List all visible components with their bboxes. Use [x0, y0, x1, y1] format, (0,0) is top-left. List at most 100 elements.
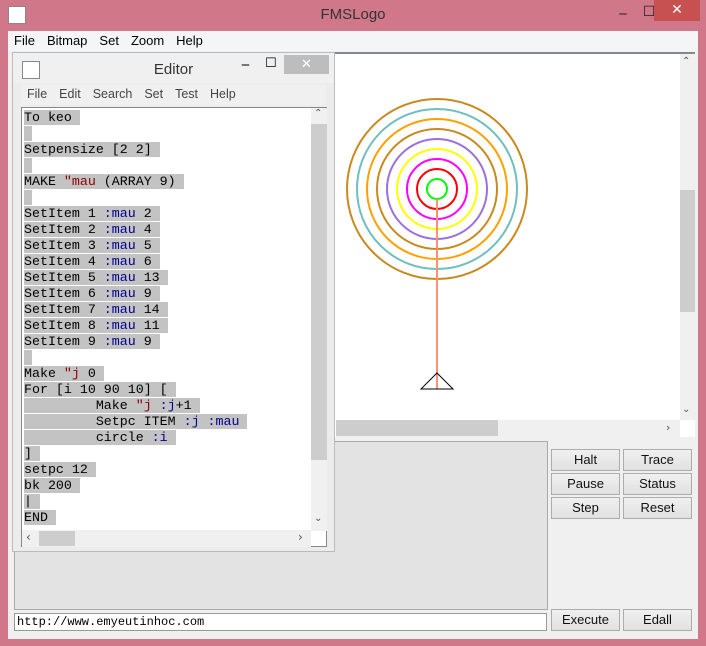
editor-maximize-button[interactable]: ☐: [265, 56, 277, 71]
code-line-text: Make "j :j+1: [24, 398, 200, 413]
code-line: SetItem 1 :mau 2: [24, 206, 247, 222]
editor-close-button[interactable]: ✕: [284, 55, 329, 74]
editor-menu-edit[interactable]: Edit: [53, 85, 87, 103]
code-token: SetItem 6: [24, 286, 104, 301]
code-token: SetItem 7: [24, 302, 104, 317]
code-token: SetItem 5: [24, 270, 104, 285]
horizontal-scroll-thumb[interactable]: [336, 420, 498, 436]
code-token: 9: [135, 334, 152, 349]
command-input[interactable]: http://www.emyeutinhoc.com: [14, 613, 547, 631]
code-token: "mau: [63, 174, 96, 189]
code-line-text: MAKE "mau (ARRAY 9): [24, 174, 184, 189]
code-token: Setpensize [2 2]: [24, 142, 152, 157]
code-line-text: SetItem 1 :mau 2: [24, 206, 160, 221]
editor-window: Editor ‒ ☐ ✕ File Edit Search Set Test Help T…: [12, 52, 335, 552]
code-line: SetItem 4 :mau 6: [24, 254, 247, 270]
code-token: SetItem 1: [24, 206, 104, 221]
editor-vertical-scrollbar[interactable]: ⌃ ⌄: [311, 108, 327, 531]
code-token: :mau: [103, 222, 136, 237]
editor-minimize-button[interactable]: ‒: [241, 57, 250, 73]
code-token: 13: [135, 270, 160, 285]
code-token: circle: [24, 430, 152, 445]
edall-button[interactable]: Edall: [623, 609, 692, 631]
code-token: :mau: [103, 302, 136, 317]
close-button[interactable]: ✕: [654, 0, 700, 21]
code-token: 14: [135, 302, 160, 317]
code-line-text: Setpensize [2 2]: [24, 142, 160, 157]
scroll-up-icon[interactable]: ⌃: [314, 108, 322, 119]
scroll-down-icon[interactable]: ⌄: [314, 513, 322, 524]
editor-menu-search[interactable]: Search: [87, 85, 139, 103]
code-line-text: SetItem 3 :mau 5: [24, 238, 160, 253]
code-token: "j: [63, 366, 80, 381]
menu-file[interactable]: File: [8, 31, 41, 48]
code-line-text: bk 200: [24, 478, 80, 493]
canvas-vertical-scrollbar[interactable]: ⌃ ⌄: [680, 54, 695, 420]
editor-menu-help[interactable]: Help: [204, 85, 242, 103]
code-line: ]: [24, 446, 247, 462]
scroll-right-icon[interactable]: ›: [666, 421, 670, 434]
editor-horizontal-scrollbar[interactable]: ‹ ›: [22, 530, 311, 547]
code-line-text: SetItem 9 :mau 9: [24, 334, 160, 349]
editor-menu-bar: File Edit Search Set Test Help: [21, 85, 326, 105]
code-token: SetItem 9: [24, 334, 104, 349]
code-token: :mau: [103, 334, 136, 349]
reset-button[interactable]: Reset: [623, 497, 692, 519]
code-token: 11: [135, 318, 160, 333]
code-line: SetItem 7 :mau 14: [24, 302, 247, 318]
code-token: Make: [24, 366, 64, 381]
code-token: SetItem 2: [24, 222, 104, 237]
halt-button[interactable]: Halt: [551, 449, 620, 471]
scroll-right-icon[interactable]: ›: [298, 530, 303, 544]
scroll-up-icon[interactable]: ⌃: [682, 56, 690, 67]
menu-zoom[interactable]: Zoom: [125, 31, 170, 48]
canvas-horizontal-scrollbar[interactable]: ›: [336, 420, 680, 437]
scroll-left-icon[interactable]: ‹: [26, 530, 31, 544]
code-token: MAKE: [24, 174, 64, 189]
code-token: :mau: [103, 318, 136, 333]
editor-menu-set[interactable]: Set: [138, 85, 169, 103]
code-token: 5: [135, 238, 152, 253]
code-line: SetItem 8 :mau 11: [24, 318, 247, 334]
menu-set[interactable]: Set: [93, 31, 125, 48]
title-bar: FMSLogo ‒ ☐ ✕: [0, 0, 706, 31]
code-token: :i: [151, 430, 168, 445]
code-line: SetItem 9 :mau 9: [24, 334, 247, 350]
editor-text-area[interactable]: To keo Setpensize [2 2] MAKE "mau (ARRAY 9…: [21, 107, 327, 547]
editor-horizontal-thumb[interactable]: [39, 531, 75, 546]
code-line: [24, 158, 247, 174]
code-line-text: [24, 350, 32, 365]
scroll-down-icon[interactable]: ⌄: [682, 404, 690, 415]
code-token: 6: [135, 254, 152, 269]
code-token: :j: [159, 398, 176, 413]
vertical-scroll-thumb[interactable]: [680, 190, 695, 312]
code-token: ]: [24, 446, 32, 461]
menu-bitmap[interactable]: Bitmap: [41, 31, 93, 48]
status-button[interactable]: Status: [623, 473, 692, 495]
pause-button[interactable]: Pause: [551, 473, 620, 495]
code-line-text: [24, 190, 32, 205]
code-line-text: setpc 12: [24, 462, 96, 477]
editor-menu-file[interactable]: File: [21, 85, 53, 103]
code-line: [24, 190, 247, 206]
code-line: setpc 12: [24, 462, 247, 478]
code-line: SetItem 2 :mau 4: [24, 222, 247, 238]
code-line-text: [24, 158, 32, 173]
code-token: For [i 10 90 10] [: [24, 382, 168, 397]
menu-help[interactable]: Help: [170, 31, 209, 48]
editor-menu-test[interactable]: Test: [169, 85, 204, 103]
code-line-text: ]: [24, 446, 40, 461]
execute-button[interactable]: Execute: [551, 609, 620, 631]
trace-button[interactable]: Trace: [623, 449, 692, 471]
code-content: To keo Setpensize [2 2] MAKE "mau (ARRAY 9…: [24, 110, 248, 526]
code-line: SetItem 5 :mau 13: [24, 270, 247, 286]
editor-title-bar: Editor ‒ ☐ ✕: [13, 53, 334, 83]
code-token: SetItem 3: [24, 238, 104, 253]
step-button[interactable]: Step: [551, 497, 620, 519]
code-line-text: For [i 10 90 10] [: [24, 382, 176, 397]
code-line: |: [24, 494, 247, 510]
editor-vertical-thumb[interactable]: [311, 124, 327, 460]
code-line-text: SetItem 5 :mau 13: [24, 270, 168, 285]
code-token: bk 200: [24, 478, 72, 493]
code-line: For [i 10 90 10] [: [24, 382, 247, 398]
